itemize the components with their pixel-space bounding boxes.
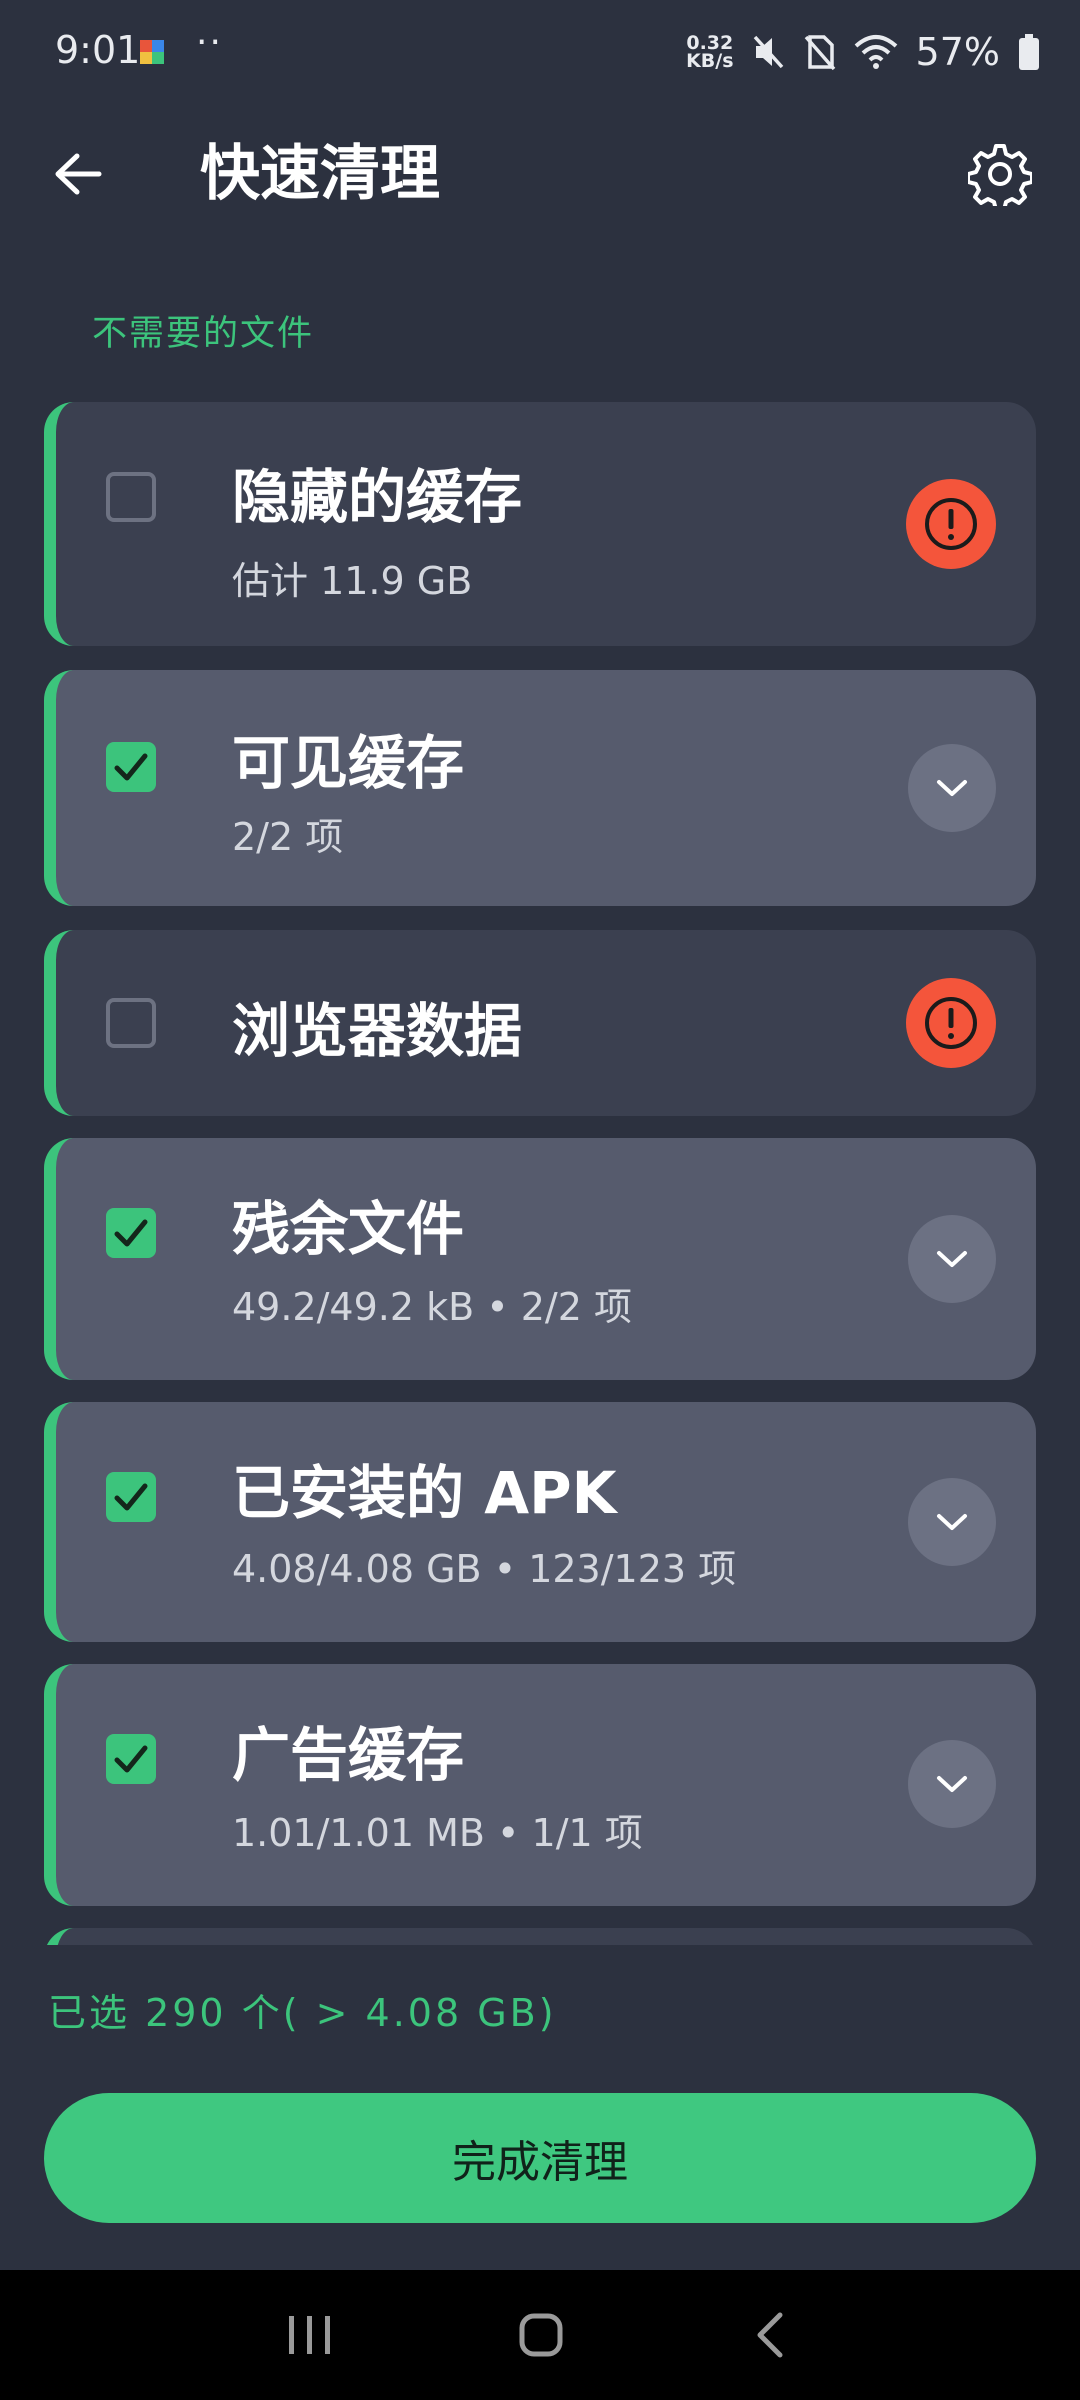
network-speed: 0.32 KB/s: [686, 32, 734, 72]
chevron-down-icon: [937, 1776, 967, 1792]
junk-category-list[interactable]: 隐藏的缓存 估计 11.9 GB 可见缓存 2/2 项 浏览器数据 残余文件 4…: [44, 402, 1036, 1945]
category-title: 浏览器数据: [232, 997, 523, 1065]
category-subtitle: 2/2 项: [232, 815, 344, 859]
checkbox-browser-data[interactable]: [106, 998, 156, 1048]
category-title: 可见缓存: [232, 729, 465, 797]
finish-cleaning-button[interactable]: 完成清理: [44, 2093, 1036, 2223]
battery-icon: [1019, 34, 1039, 70]
no-sim-icon: [804, 35, 835, 71]
page-title: 快速清理: [200, 139, 440, 209]
category-subtitle: 1.01/1.01 MB • 1/1 项: [232, 1811, 643, 1855]
category-title: 隐藏的缓存: [232, 463, 523, 531]
category-hidden-cache[interactable]: 隐藏的缓存 估计 11.9 GB: [44, 402, 1036, 646]
checkbox-residual-files[interactable]: [106, 1208, 156, 1258]
checkbox-hidden-cache[interactable]: [106, 472, 156, 522]
more-notifications-icon: ··: [196, 22, 223, 63]
wifi-icon: [854, 35, 897, 69]
status-bar: 9:01 ·· 0.32 KB/s 57%: [0, 0, 1080, 104]
section-label: 不需要的文件: [92, 314, 315, 354]
checkbox-installed-apk[interactable]: [106, 1472, 156, 1522]
chevron-down-icon: [937, 1251, 967, 1267]
selection-summary: 已选 290 个( > 4.08 GB): [48, 1991, 557, 2035]
category-subtitle: 4.08/4.08 GB • 123/123 项: [232, 1547, 737, 1591]
mute-icon: [753, 35, 783, 69]
checkbox-ad-cache[interactable]: [106, 1734, 156, 1784]
category-subtitle: 估计 11.9 GB: [232, 559, 473, 603]
settings-button[interactable]: [960, 134, 1040, 214]
expand-button[interactable]: [908, 1215, 996, 1303]
expand-button[interactable]: [908, 1740, 996, 1828]
back-nav-icon[interactable]: [752, 2310, 788, 2360]
category-title: 已安装的 APK: [232, 1459, 617, 1527]
app-notification-icon: [140, 40, 164, 64]
exclamation-icon: [925, 997, 977, 1049]
chevron-down-icon: [937, 780, 967, 796]
expand-button[interactable]: [908, 1478, 996, 1566]
category-subtitle: 49.2/49.2 kB • 2/2 项: [232, 1285, 632, 1329]
category-ad-cache[interactable]: 广告缓存 1.01/1.01 MB • 1/1 项: [44, 1664, 1036, 1906]
battery-percent: 57%: [915, 30, 1000, 74]
checkbox-visible-cache[interactable]: [106, 742, 156, 792]
category-residual-files[interactable]: 残余文件 49.2/49.2 kB • 2/2 项: [44, 1138, 1036, 1380]
category-visible-cache[interactable]: 可见缓存 2/2 项: [44, 670, 1036, 906]
status-time: 9:01: [55, 28, 141, 72]
category-browser-data[interactable]: 浏览器数据: [44, 930, 1036, 1116]
warning-icon[interactable]: [906, 978, 996, 1068]
arrow-left-icon: [55, 153, 102, 195]
check-icon: [114, 1745, 148, 1773]
chevron-down-icon: [937, 1514, 967, 1530]
system-nav-bar: [0, 2270, 1080, 2400]
recent-apps-icon[interactable]: [285, 2312, 335, 2358]
back-button[interactable]: [38, 134, 118, 214]
check-icon: [114, 1219, 148, 1247]
check-icon: [114, 753, 148, 781]
gear-icon: [968, 144, 1032, 206]
app-bar: 快速清理: [0, 104, 1080, 244]
category-title: 残余文件: [232, 1195, 465, 1263]
expand-button[interactable]: [908, 744, 996, 832]
exclamation-icon: [925, 498, 977, 550]
category-next-partial[interactable]: [44, 1928, 1036, 1945]
warning-icon[interactable]: [906, 479, 996, 569]
check-icon: [114, 1483, 148, 1511]
category-installed-apk[interactable]: 已安装的 APK 4.08/4.08 GB • 123/123 项: [44, 1402, 1036, 1642]
category-title: 广告缓存: [232, 1721, 465, 1789]
home-icon[interactable]: [518, 2312, 564, 2358]
